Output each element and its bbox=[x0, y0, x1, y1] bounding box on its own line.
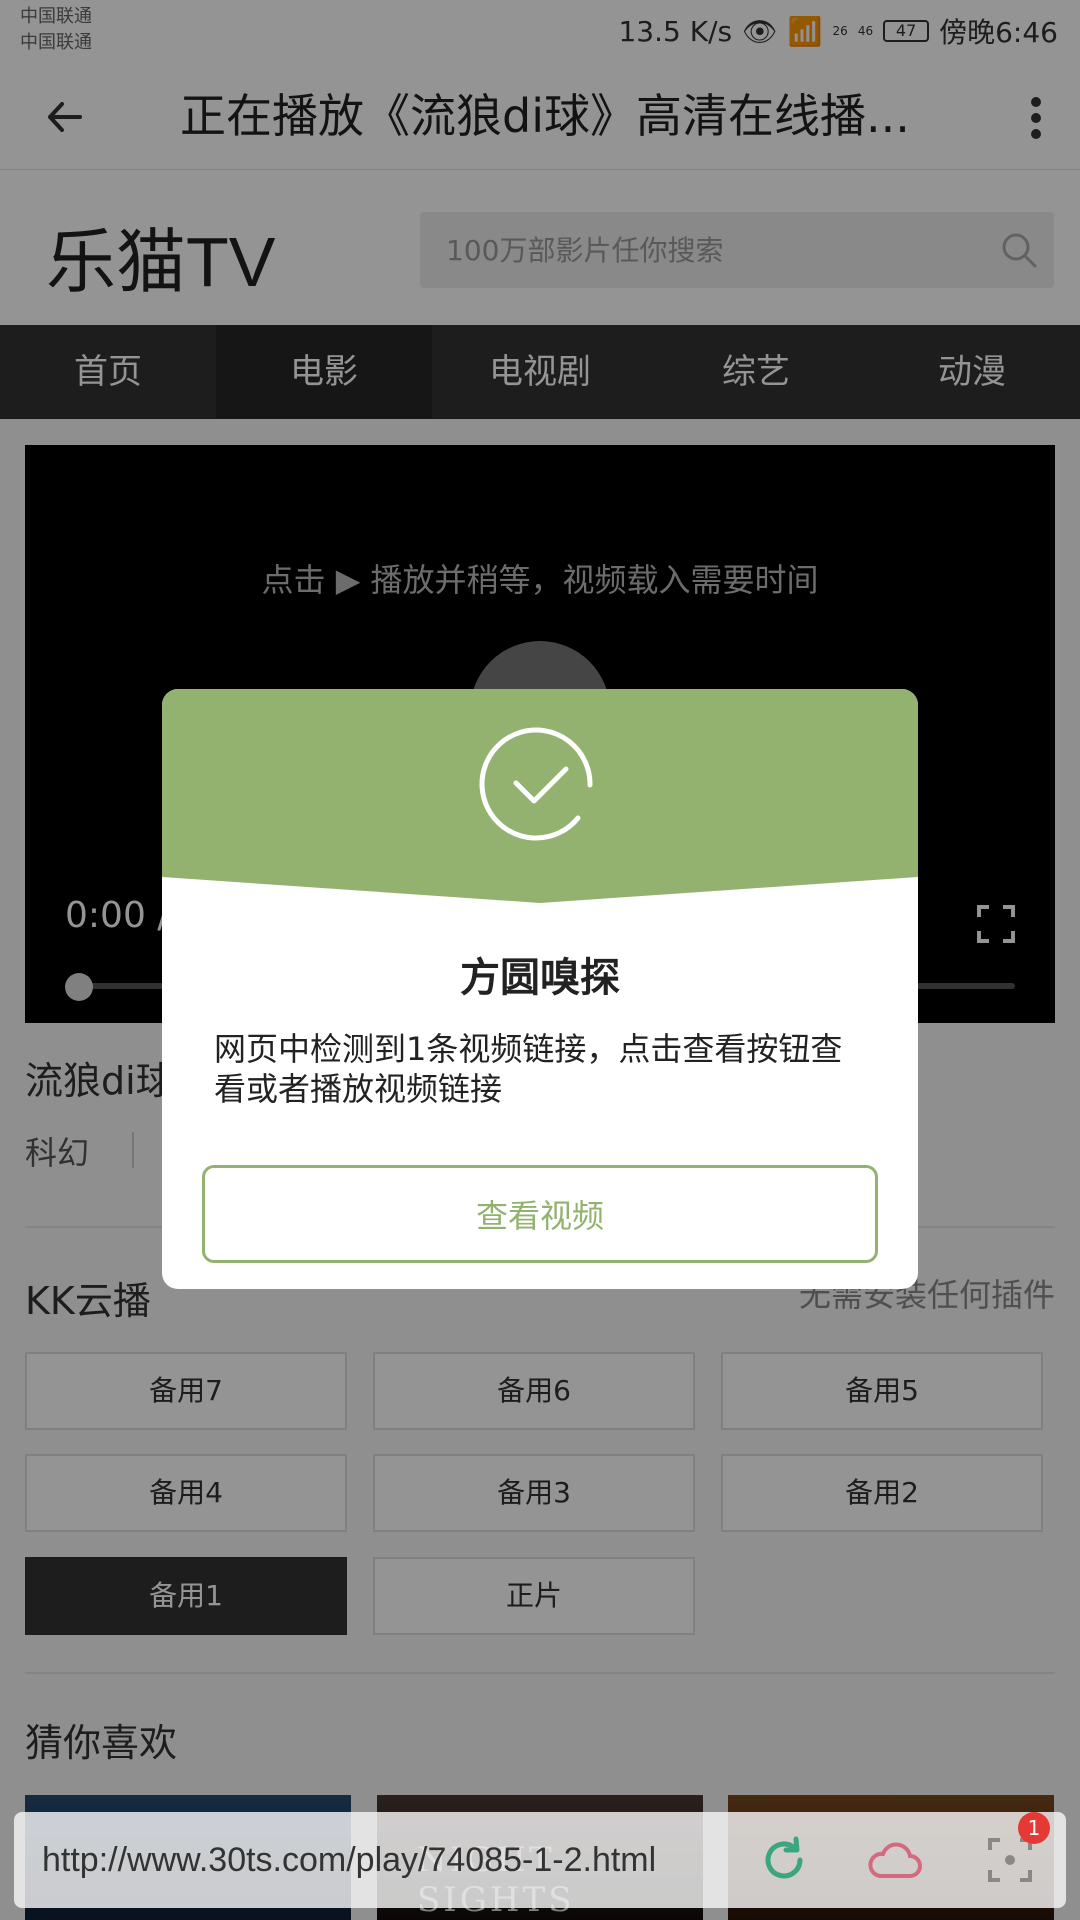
dialog-message: 网页中检测到1条视频链接，点击查看按钮查看或者播放视频链接 bbox=[214, 1030, 843, 1108]
cloud-icon[interactable] bbox=[866, 1838, 922, 1882]
view-video-button[interactable]: 查看视频 bbox=[202, 1165, 878, 1263]
scan-icon[interactable] bbox=[986, 1836, 1034, 1884]
url-bar: http://www.30ts.com/play/74085-1-2.html bbox=[14, 1812, 1066, 1908]
notification-badge: 1 bbox=[1018, 1812, 1050, 1844]
sniff-dialog: 方圆嗅探 网页中检测到1条视频链接，点击查看按钮查看或者播放视频链接 查看视频 bbox=[162, 689, 918, 1289]
dialog-title: 方圆嗅探 bbox=[460, 955, 620, 1001]
check-circle-icon bbox=[479, 727, 593, 841]
url-text[interactable]: http://www.30ts.com/play/74085-1-2.html bbox=[42, 1812, 656, 1908]
refresh-icon[interactable] bbox=[760, 1836, 808, 1884]
